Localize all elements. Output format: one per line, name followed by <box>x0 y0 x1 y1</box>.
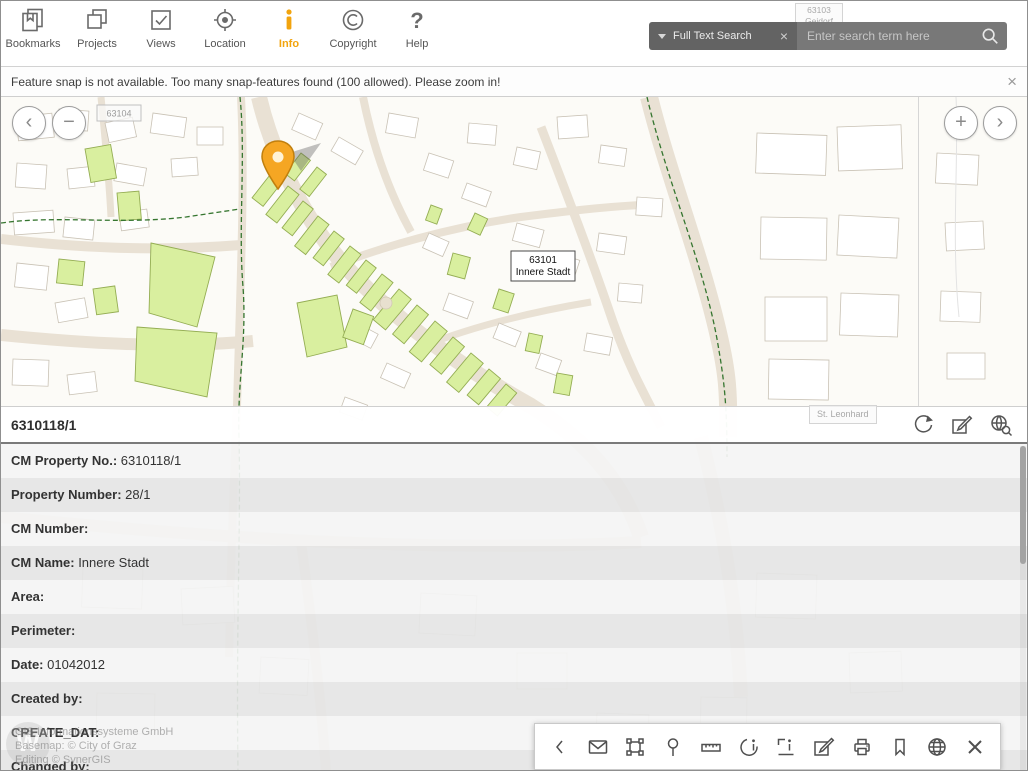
attribute-label: CM Name: <box>11 555 75 570</box>
toolbar-item-label: Info <box>279 38 299 50</box>
search-scope-label: Full Text Search <box>673 30 752 42</box>
previous-extent-button[interactable]: ‹ <box>12 106 46 140</box>
bookmark-icon[interactable] <box>888 735 912 759</box>
search-field <box>797 22 1007 50</box>
search-input[interactable] <box>797 29 1007 43</box>
map-extent-divider <box>918 97 919 442</box>
attribute-scrollbar[interactable] <box>1020 446 1026 770</box>
info-icon <box>275 3 303 37</box>
selection-tool-icon[interactable] <box>911 413 935 437</box>
attribute-label: CM Property No.: <box>11 453 117 468</box>
search-scope-dropdown[interactable]: Full Text Search × <box>649 22 797 50</box>
attribute-label: Perimeter: <box>11 623 75 638</box>
search-icon[interactable] <box>980 26 1000 50</box>
toolbar-item-label: Help <box>406 38 429 50</box>
views-icon <box>147 3 175 37</box>
notification-bar: Feature snap is not available. Too many … <box>1 67 1028 97</box>
attribute-label: Changed by: <box>11 759 90 771</box>
collapse-left-icon[interactable] <box>548 735 572 759</box>
search-scope-clear-icon[interactable]: × <box>780 29 788 43</box>
attribute-label: Date: <box>11 657 44 672</box>
attribute-label: CREATE_DAT: <box>11 725 99 740</box>
attribute-row[interactable]: CM Property No.: 6310118/1 <box>1 444 1028 478</box>
result-tools-toolbar <box>534 723 1001 770</box>
attribute-label: Area: <box>11 589 44 604</box>
email-icon[interactable] <box>586 735 610 759</box>
attribute-row[interactable]: Perimeter: <box>1 614 1028 648</box>
attribute-label: Property Number: <box>11 487 122 502</box>
next-extent-button[interactable]: › <box>983 106 1017 140</box>
toolbar-item-label: Copyright <box>329 38 376 50</box>
result-title: 6310118/1 <box>1 417 76 433</box>
attribute-list: CM Property No.: 6310118/1 Property Numb… <box>1 444 1028 771</box>
toolbar-item-bookmarks[interactable]: Bookmarks <box>1 3 65 67</box>
edit-icon[interactable] <box>812 735 836 759</box>
zoom-out-button[interactable]: − <box>52 106 86 140</box>
copyright-icon <box>339 3 367 37</box>
notification-message: Feature snap is not available. Too many … <box>1 75 500 89</box>
toolbar-item-label: Views <box>146 38 175 50</box>
select-features-icon[interactable] <box>623 735 647 759</box>
bookmarks-icon <box>19 3 47 37</box>
toolbar-item-location[interactable]: Location <box>193 3 257 67</box>
chevron-down-icon <box>658 34 666 39</box>
toolbar-item-label: Projects <box>77 38 117 50</box>
toolbar-item-views[interactable]: Views <box>129 3 193 67</box>
print-icon[interactable] <box>850 735 874 759</box>
measure-icon[interactable] <box>699 735 723 759</box>
app-window: 63104 63101 Innere Stadt ‹ − + › 63103 G… <box>0 0 1028 771</box>
location-target-icon <box>211 3 239 37</box>
identify-circle-icon[interactable] <box>737 735 761 759</box>
svg-text:63104: 63104 <box>106 109 131 119</box>
svg-text:63101: 63101 <box>529 255 557 266</box>
help-icon: ? <box>403 3 431 37</box>
toolbar-item-projects[interactable]: Projects <box>65 3 129 67</box>
map-label-innere-stadt: 63101 Innere Stadt <box>511 251 575 281</box>
notification-close-icon[interactable]: × <box>1007 73 1017 90</box>
svg-text:?: ? <box>410 8 423 33</box>
close-icon[interactable] <box>963 735 987 759</box>
attribute-row[interactable]: Created by: <box>1 682 1028 716</box>
attribute-value: 6310118/1 <box>117 453 181 468</box>
search-control: Full Text Search × <box>649 22 1007 50</box>
attribute-row[interactable]: Date: 01042012 <box>1 648 1028 682</box>
toolbar-item-label: Bookmarks <box>5 38 60 50</box>
globe-icon[interactable] <box>925 735 949 759</box>
attribute-row[interactable]: Area: <box>1 580 1028 614</box>
map-label-st-leonhard: St. Leonhard <box>809 405 877 424</box>
toolbar-item-copyright[interactable]: Copyright <box>321 3 385 67</box>
attribute-label: CM Number: <box>11 521 88 536</box>
attribute-row[interactable]: CM Number: <box>1 512 1028 546</box>
edit-icon[interactable] <box>950 413 974 437</box>
attribute-row[interactable]: CM Name: Innere Stadt <box>1 546 1028 580</box>
pin-icon[interactable] <box>661 735 685 759</box>
attribute-row[interactable]: Property Number: 28/1 <box>1 478 1028 512</box>
toolbar-item-help[interactable]: ? Help <box>385 3 449 67</box>
zoom-in-button[interactable]: + <box>944 106 978 140</box>
attribute-label: Created by: <box>11 691 83 706</box>
globe-magnifier-icon[interactable] <box>989 413 1013 437</box>
attribute-value: 28/1 <box>122 487 151 502</box>
toolbar-item-info[interactable]: Info <box>257 3 321 67</box>
projects-icon <box>83 3 111 37</box>
scrollbar-thumb[interactable] <box>1020 446 1026 564</box>
attribute-value: 01042012 <box>44 657 105 672</box>
attribute-value: Innere Stadt <box>75 555 149 570</box>
map-label-63104: 63104 <box>97 105 141 121</box>
toolbar-item-label: Location <box>204 38 246 50</box>
identify-rectangle-icon[interactable] <box>774 735 798 759</box>
svg-text:Innere Stadt: Innere Stadt <box>516 267 571 278</box>
